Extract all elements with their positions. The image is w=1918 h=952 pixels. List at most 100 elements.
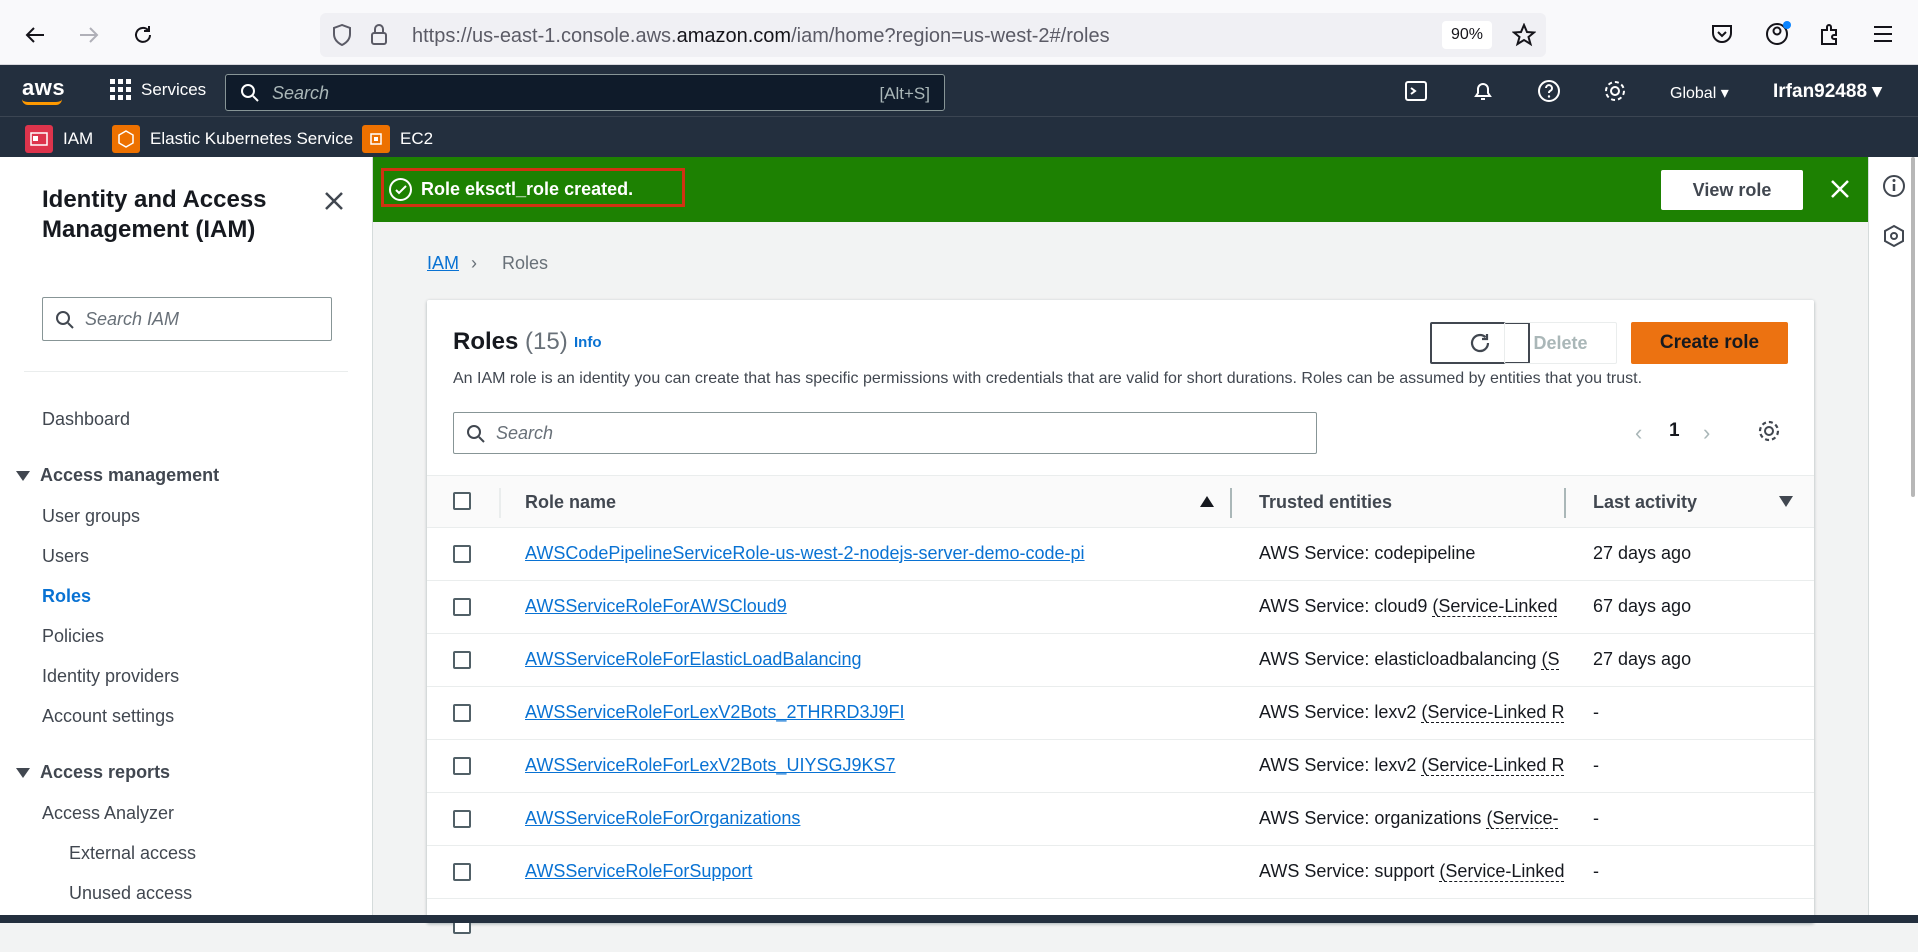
cloudshell-icon[interactable] bbox=[1403, 78, 1429, 104]
zoom-level[interactable]: 90% bbox=[1442, 21, 1492, 49]
trust-extra[interactable]: (S bbox=[1541, 649, 1560, 670]
bookmark-star-icon[interactable] bbox=[1512, 23, 1536, 47]
breadcrumb-chevron-icon: › bbox=[471, 253, 477, 273]
trust-extra[interactable]: (Service-Linked R bbox=[1421, 755, 1565, 776]
role-name-link[interactable]: AWSServiceRoleForLexV2Bots_UIYSGJ9KS7 bbox=[525, 755, 896, 776]
account-menu[interactable]: Irfan92488 ▾ bbox=[1773, 80, 1882, 103]
role-name-link[interactable]: AWSServiceRoleForAWSCloud9 bbox=[525, 596, 787, 617]
address-bar[interactable]: https://us-east-1.console.aws.amazon.com… bbox=[320, 13, 1546, 57]
select-all-checkbox[interactable] bbox=[453, 492, 471, 510]
favorite-eks[interactable]: Elastic Kubernetes Service bbox=[112, 125, 353, 153]
column-role-name[interactable]: Role name bbox=[525, 492, 616, 513]
trust-extra[interactable]: (Service-Linked bbox=[1439, 861, 1565, 882]
row-checkbox[interactable] bbox=[453, 810, 471, 828]
row-checkbox[interactable] bbox=[453, 545, 471, 563]
row-checkbox[interactable] bbox=[453, 651, 471, 669]
pocket-icon[interactable] bbox=[1710, 22, 1734, 46]
page-number[interactable]: 1 bbox=[1669, 420, 1680, 442]
sidebar-item-user-groups[interactable]: User groups bbox=[42, 506, 140, 527]
sidebar-item-dashboard[interactable]: Dashboard bbox=[42, 409, 130, 430]
row-checkbox[interactable] bbox=[453, 704, 471, 722]
page-scrollbar[interactable] bbox=[1911, 157, 1915, 497]
role-name-link[interactable]: AWSServiceRoleForSupport bbox=[525, 861, 752, 882]
roles-search-input[interactable]: Search bbox=[453, 412, 1317, 454]
close-sidebar-icon[interactable] bbox=[320, 187, 348, 215]
search-iam-input[interactable]: Search IAM bbox=[42, 297, 332, 341]
column-divider[interactable] bbox=[1564, 488, 1566, 518]
sidebar-item-access-analyzer[interactable]: Access Analyzer bbox=[42, 803, 174, 824]
create-role-button[interactable]: Create role bbox=[1631, 322, 1788, 364]
role-name-link[interactable]: AWSServiceRoleForLexV2Bots_2THRRD3J9FI bbox=[525, 702, 904, 723]
column-last-activity[interactable]: Last activity bbox=[1593, 492, 1697, 513]
column-divider[interactable] bbox=[1230, 488, 1232, 518]
info-panel-icon[interactable] bbox=[1882, 174, 1906, 198]
url-text: https://us-east-1.console.aws.amazon.com… bbox=[412, 25, 1110, 47]
row-checkbox[interactable] bbox=[453, 863, 471, 881]
trusted-entities: AWS Service: lexv2 (Service-Linked R bbox=[1259, 755, 1569, 776]
lock-icon bbox=[371, 24, 387, 45]
menu-icon[interactable] bbox=[1872, 24, 1894, 44]
sidebar-item-policies[interactable]: Policies bbox=[42, 626, 104, 647]
aws-logo-smile bbox=[22, 99, 62, 105]
trust-extra[interactable]: (Service-Linked bbox=[1432, 596, 1558, 617]
notifications-bell-icon[interactable] bbox=[1470, 78, 1496, 104]
table-row: AWSServiceRoleForOrganizations AWS Servi… bbox=[427, 793, 1814, 846]
shield-icon bbox=[333, 24, 351, 46]
table-settings-gear-icon[interactable] bbox=[1757, 419, 1781, 443]
aws-logo[interactable]: aws bbox=[22, 75, 65, 101]
sort-ascending-icon[interactable] bbox=[1200, 496, 1214, 507]
section-access-reports[interactable]: Access reports bbox=[16, 762, 170, 783]
last-activity: 67 days ago bbox=[1593, 596, 1692, 616]
section-access-management[interactable]: Access management bbox=[16, 465, 219, 486]
settings-gear-icon[interactable] bbox=[1602, 78, 1628, 104]
sidebar-item-unused-access[interactable]: Unused access bbox=[69, 883, 192, 904]
next-page-icon[interactable]: › bbox=[1703, 420, 1710, 446]
forward-icon[interactable] bbox=[72, 18, 106, 52]
delete-button[interactable]: Delete bbox=[1504, 322, 1617, 364]
trust-main: AWS Service: lexv2 bbox=[1259, 755, 1422, 775]
feedback-hexagon-icon[interactable] bbox=[1882, 224, 1906, 248]
help-icon[interactable] bbox=[1536, 78, 1562, 104]
reload-icon[interactable] bbox=[126, 18, 160, 52]
previous-page-icon[interactable]: ‹ bbox=[1635, 420, 1642, 446]
account-name: Irfan92488 bbox=[1773, 81, 1868, 102]
global-search-input[interactable]: Search [Alt+S] bbox=[225, 74, 945, 111]
breadcrumb-iam[interactable]: IAM bbox=[427, 253, 459, 274]
sidebar-item-account-settings[interactable]: Account settings bbox=[42, 706, 174, 727]
trust-main: AWS Service: cloud9 bbox=[1259, 596, 1433, 616]
info-link[interactable]: Info bbox=[574, 334, 602, 351]
sidebar-item-identity-providers[interactable]: Identity providers bbox=[42, 666, 179, 687]
sidebar-item-external-access[interactable]: External access bbox=[69, 843, 196, 864]
dismiss-icon[interactable] bbox=[1829, 178, 1851, 200]
sort-descending-icon[interactable] bbox=[1779, 496, 1793, 507]
role-name-link[interactable]: AWSCodePipelineServiceRole-us-west-2-nod… bbox=[525, 543, 1085, 564]
table-row: AWSServiceRoleForLexV2Bots_UIYSGJ9KS7 AW… bbox=[427, 740, 1814, 793]
trust-extra[interactable]: (Service- bbox=[1486, 808, 1559, 829]
row-checkbox[interactable] bbox=[453, 598, 471, 616]
extensions-icon[interactable] bbox=[1818, 22, 1842, 46]
breadcrumb-current: Roles bbox=[502, 253, 549, 273]
roles-title: Roles bbox=[453, 328, 519, 355]
row-checkbox[interactable] bbox=[453, 757, 471, 775]
account-icon[interactable] bbox=[1764, 20, 1792, 48]
sidebar-item-roles[interactable]: Roles bbox=[42, 586, 91, 607]
favorite-ec2[interactable]: EC2 bbox=[362, 125, 433, 153]
caret-down-icon bbox=[16, 767, 30, 778]
region-selector[interactable]: Global ▾ bbox=[1670, 83, 1729, 103]
trust-main: AWS Service: organizations bbox=[1259, 808, 1487, 828]
back-icon[interactable] bbox=[18, 18, 52, 52]
last-activity: 27 days ago bbox=[1593, 543, 1692, 563]
favorite-label: EC2 bbox=[400, 129, 434, 148]
sidebar-item-users[interactable]: Users bbox=[42, 546, 89, 567]
role-name-link[interactable]: AWSServiceRoleForOrganizations bbox=[525, 808, 800, 829]
favorites-bar: IAM Elastic Kubernetes Service EC2 bbox=[0, 116, 1918, 157]
trust-main: AWS Service: lexv2 bbox=[1259, 702, 1422, 722]
view-role-button[interactable]: View role bbox=[1661, 170, 1803, 210]
services-menu[interactable]: Services bbox=[110, 79, 206, 100]
favorite-iam[interactable]: IAM bbox=[25, 125, 93, 153]
trust-extra[interactable]: (Service-Linked R bbox=[1421, 702, 1565, 723]
column-trusted-entities[interactable]: Trusted entities bbox=[1259, 492, 1392, 513]
last-activity: - bbox=[1593, 808, 1599, 828]
trusted-entities: AWS Service: elasticloadbalancing (S bbox=[1259, 649, 1569, 670]
role-name-link[interactable]: AWSServiceRoleForElasticLoadBalancing bbox=[525, 649, 862, 670]
